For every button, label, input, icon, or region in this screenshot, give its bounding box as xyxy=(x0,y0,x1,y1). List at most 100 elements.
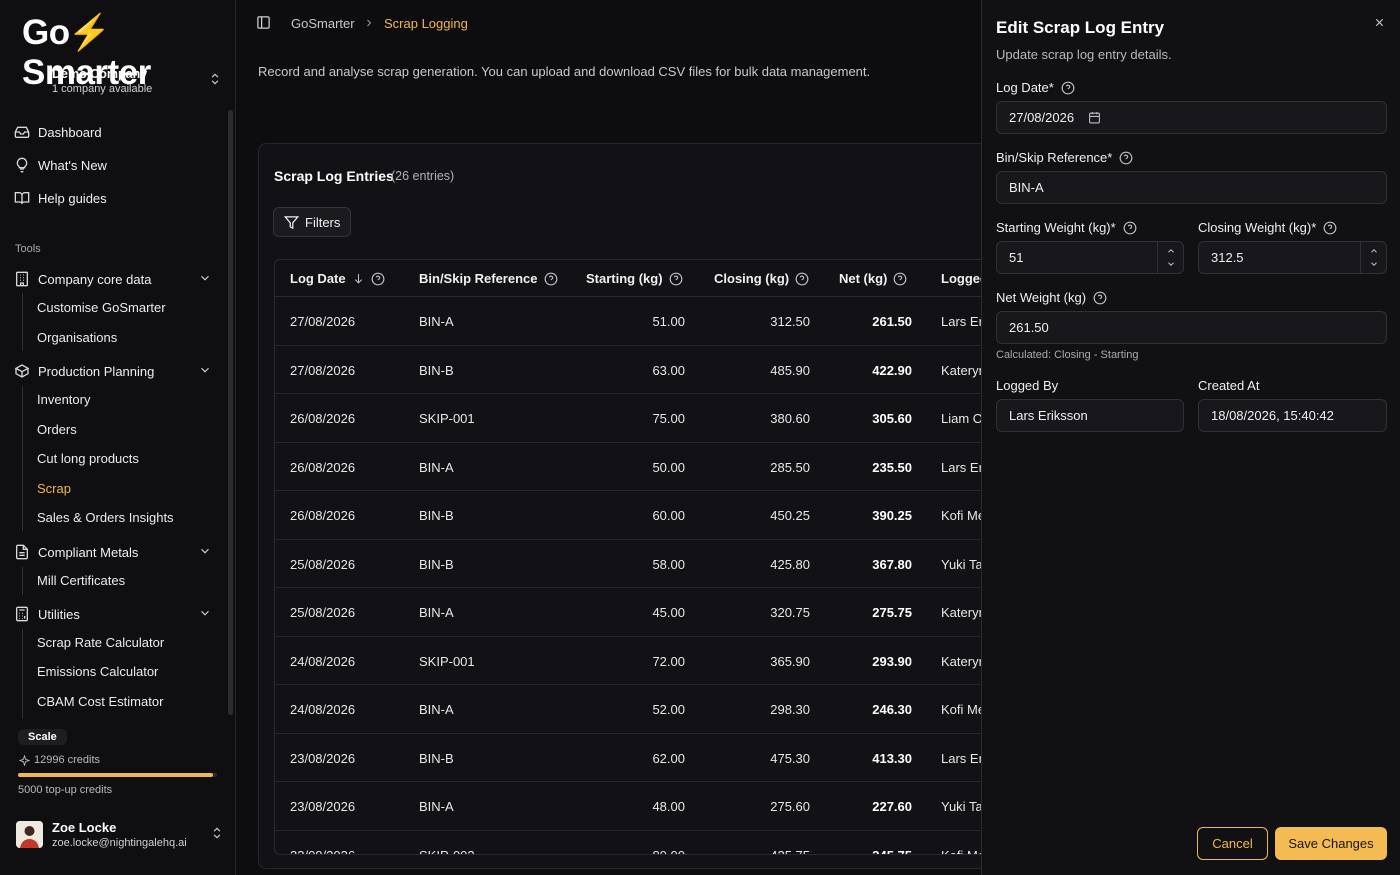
help-circle-icon[interactable] xyxy=(1123,221,1137,235)
cell-bin: BIN-A xyxy=(419,605,454,620)
sidebar-scrollbar[interactable] xyxy=(228,110,233,715)
calendar-icon[interactable] xyxy=(1088,111,1101,124)
chevron-down-icon[interactable] xyxy=(1166,258,1176,271)
breadcrumb-root[interactable]: GoSmarter xyxy=(291,16,355,31)
cell-bin: BIN-B xyxy=(419,508,454,523)
breadcrumb-current: Scrap Logging xyxy=(384,16,468,31)
table-row[interactable]: 23/08/2026BIN-B62.00475.30413.30Lars Eri… xyxy=(275,734,993,782)
credits-progress-fill xyxy=(18,773,214,777)
field-label-text: Log Date* xyxy=(996,80,1054,95)
help-circle-icon[interactable] xyxy=(371,272,385,286)
help-circle-icon[interactable] xyxy=(1061,81,1075,95)
col-closing[interactable]: Closing (kg) xyxy=(714,271,809,286)
cell-start: 51.00 xyxy=(652,314,685,329)
field-label-text: Closing Weight (kg)* xyxy=(1198,220,1317,235)
col-log-date[interactable]: Log Date xyxy=(290,271,385,286)
starting-weight-input[interactable]: 51 xyxy=(996,241,1184,274)
logged-by-label: Logged By xyxy=(996,378,1058,393)
credits-display: 12996 credits xyxy=(19,754,100,766)
chevron-up-icon[interactable] xyxy=(1166,245,1176,258)
table-row[interactable]: 26/08/2026BIN-A50.00285.50235.50Lars Eri… xyxy=(275,443,993,491)
cell-net: 275.75 xyxy=(872,605,912,620)
nav-help-guides[interactable]: Help guides xyxy=(14,187,107,209)
close-icon[interactable] xyxy=(1373,16,1386,29)
bin-reference-input[interactable]: BIN-A xyxy=(996,171,1387,204)
col-bin-reference[interactable]: Bin/Skip Reference xyxy=(419,271,558,286)
chevron-down-icon[interactable] xyxy=(1369,258,1379,271)
nav-whats-new[interactable]: What's New xyxy=(14,154,107,176)
chevron-up-icon[interactable] xyxy=(1369,245,1379,258)
nav-mill-certificates[interactable]: Mill Certificates xyxy=(37,573,125,591)
table-row[interactable]: 27/08/2026BIN-A51.00312.50261.50Lars Eri… xyxy=(275,297,993,346)
table-row[interactable]: 24/08/2026BIN-A52.00298.30246.30Kofi Men… xyxy=(275,685,993,734)
table-row[interactable]: 24/08/2026 SKIP-001 72.00 365.90 293.90 Kater… xyxy=(275,637,993,685)
cell-date: 26/08/2026 xyxy=(290,459,356,475)
company-switcher[interactable]: Demo Company 1 company available xyxy=(14,60,226,102)
nav-dashboard[interactable]: Dashboard xyxy=(14,121,102,143)
help-circle-icon[interactable] xyxy=(544,272,558,286)
edit-scrap-log-panel: Edit Scrap Log Entry Update scrap log en… xyxy=(981,0,1400,875)
nav-dashboard-label: Dashboard xyxy=(38,124,102,140)
help-circle-icon[interactable] xyxy=(1323,221,1337,235)
table-row[interactable]: 26/08/2026 SKIP-001 75.00 380.60 305.60 Liam … xyxy=(275,394,993,443)
lightbulb-icon xyxy=(14,157,30,173)
table-row[interactable]: 25/08/2026BIN-B58.00425.80367.80Yuki Tan… xyxy=(275,540,993,588)
cell-bin: BIN-A xyxy=(419,459,454,475)
cell-start: 58.00 xyxy=(652,556,685,572)
save-changes-button[interactable]: Save Changes xyxy=(1275,827,1387,860)
nav-scrap-rate-calculator[interactable]: Scrap Rate Calculator xyxy=(37,635,164,653)
sidebar-toggle-icon[interactable] xyxy=(256,15,271,30)
nav-orders[interactable]: Orders xyxy=(37,422,77,440)
filter-icon xyxy=(284,215,299,230)
building-icon xyxy=(14,271,30,287)
created-at-label: Created At xyxy=(1198,378,1259,393)
help-circle-icon[interactable] xyxy=(1093,291,1107,305)
net-weight-value: 261.50 xyxy=(1009,320,1049,335)
nav-group-compliant-metals[interactable]: Compliant Metals xyxy=(14,541,218,563)
nav-emissions-calculator[interactable]: Emissions Calculator xyxy=(37,664,158,682)
help-circle-icon[interactable] xyxy=(1119,151,1133,165)
cell-net: 413.30 xyxy=(872,750,912,766)
nav-scrap[interactable]: Scrap xyxy=(37,481,71,499)
file-text-icon xyxy=(14,544,30,560)
number-stepper[interactable] xyxy=(1360,242,1386,273)
table-row[interactable]: 23/08/2026BIN-A48.00275.60227.60Yuki Tan… xyxy=(275,782,993,831)
nav-cbam-cost-estimator[interactable]: CBAM Cost Estimator xyxy=(37,694,163,712)
nav-inventory[interactable]: Inventory xyxy=(37,392,90,410)
cell-date: 23/08/2026 xyxy=(290,799,356,814)
cell-logged: Liam O xyxy=(941,411,983,426)
nav-help-label: Help guides xyxy=(38,190,107,206)
nav-organisations[interactable]: Organisations xyxy=(37,330,117,348)
table-row[interactable]: 25/08/2026 BIN-A 45.00 320.75 275.75 Kateryna xyxy=(275,588,993,637)
number-stepper[interactable] xyxy=(1157,242,1183,273)
cancel-button[interactable]: Cancel xyxy=(1197,827,1268,860)
table-row[interactable]: 22/08/2026 SKIP-002 80.00 425.75 345.75 Kofi … xyxy=(275,831,993,855)
cell-close: 312.50 xyxy=(770,314,810,329)
cell-start: 72.00 xyxy=(652,653,685,669)
nav-group-utilities[interactable]: Utilities xyxy=(14,603,218,625)
nav-cut-long-products[interactable]: Cut long products xyxy=(37,451,139,469)
nav-group-company-core[interactable]: Company core data xyxy=(14,268,218,290)
closing-weight-input[interactable]: 312.5 xyxy=(1198,241,1387,274)
help-circle-icon[interactable] xyxy=(893,272,907,286)
cell-net: 367.80 xyxy=(872,556,912,572)
help-circle-icon[interactable] xyxy=(669,272,683,286)
user-menu[interactable]: Zoe Locke zoe.locke@nightingalehq.ai xyxy=(16,818,226,852)
cell-bin: SKIP-001 xyxy=(419,653,475,669)
cell-date: 24/08/2026 xyxy=(290,702,356,717)
nav-group-production-planning[interactable]: Production Planning xyxy=(14,360,218,382)
log-date-field[interactable]: 27/08/2026 xyxy=(996,101,1387,134)
scrap-log-table: Log Date Bin/Skip Reference Starting (kg… xyxy=(274,259,994,855)
chevrons-up-down-icon xyxy=(210,826,224,840)
col-net[interactable]: Net (kg) xyxy=(839,271,907,286)
cell-close: 320.75 xyxy=(770,605,810,620)
entry-count: (26 entries) xyxy=(391,169,455,183)
table-row[interactable]: 27/08/2026 BIN-B 63.00 485.90 422.90 Kateryna xyxy=(275,346,993,394)
nav-customise[interactable]: Customise GoSmarter xyxy=(37,300,166,318)
nav-sales-insights[interactable]: Sales & Orders Insights xyxy=(37,510,174,528)
col-starting[interactable]: Starting (kg) xyxy=(586,271,683,286)
filters-button[interactable]: Filters xyxy=(273,207,352,237)
col-label: Bin/Skip Reference xyxy=(419,271,538,286)
help-circle-icon[interactable] xyxy=(795,272,809,286)
table-row[interactable]: 26/08/2026BIN-B60.00450.25390.25Kofi Men… xyxy=(275,491,993,540)
